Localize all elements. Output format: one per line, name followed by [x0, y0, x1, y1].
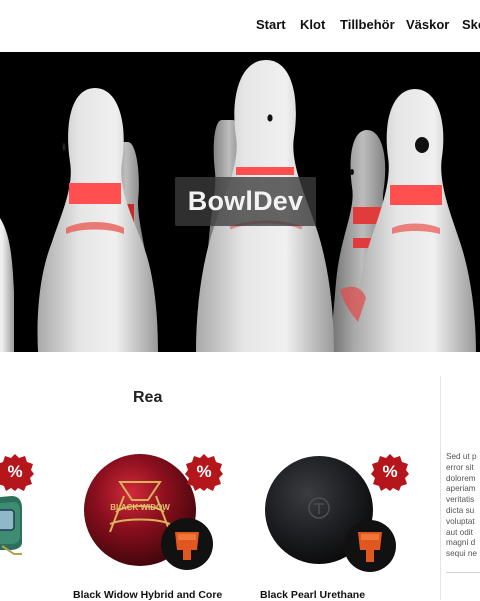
sale-badge: %	[185, 453, 223, 491]
sidebar-bottom-divider	[446, 572, 480, 573]
sale-badge: %	[0, 453, 34, 491]
sidebar-text-line: voluptat	[446, 516, 475, 526]
percent-icon: %	[382, 462, 398, 481]
percent-icon: %	[196, 462, 212, 481]
sidebar-text-line: error sit	[446, 462, 474, 472]
svg-text:BLACK WIDOW: BLACK WIDOW	[110, 503, 170, 512]
nav-item-skor[interactable]: Sko	[462, 17, 480, 32]
percent-icon: %	[7, 462, 23, 481]
product-image-bag	[0, 496, 22, 555]
product-name[interactable]: Black Pearl Urethane	[260, 589, 365, 601]
sidebar-text-line: veritatis	[446, 495, 475, 505]
nav-item-klot[interactable]: Klot	[300, 17, 325, 32]
nav-item-start[interactable]: Start	[256, 17, 286, 32]
sidebar-text-line: aperiam	[446, 484, 476, 494]
hero-banner: BowlDev	[0, 52, 480, 352]
brand-name: BowlDev	[187, 186, 304, 216]
brand-logo-box[interactable]: BowlDev	[175, 177, 316, 226]
sidebar-text-widget: Sed ut p error sit dolorem aperiam verit…	[446, 452, 480, 560]
sidebar-divider	[440, 376, 441, 600]
nav-item-vaskor[interactable]: Väskor	[406, 17, 449, 32]
nav-item-tillbehor[interactable]: Tillbehör	[340, 17, 395, 32]
top-navigation: Start Klot Tillbehör Väskor Sko	[0, 0, 480, 52]
sidebar-text-line: sequi ne	[446, 549, 477, 559]
sidebar-text-line: Sed ut p	[446, 452, 477, 461]
product-name[interactable]: Black Widow Hybrid and Core	[73, 589, 222, 601]
sidebar-text-line: aut odit	[446, 527, 473, 537]
sale-section-title: Rea	[133, 389, 163, 406]
sidebar-text-line: magni d	[446, 538, 476, 548]
sale-badge: %	[371, 453, 409, 491]
sidebar-text-line: dolorem	[446, 473, 476, 483]
sidebar-text-line: dicta su	[446, 505, 475, 515]
